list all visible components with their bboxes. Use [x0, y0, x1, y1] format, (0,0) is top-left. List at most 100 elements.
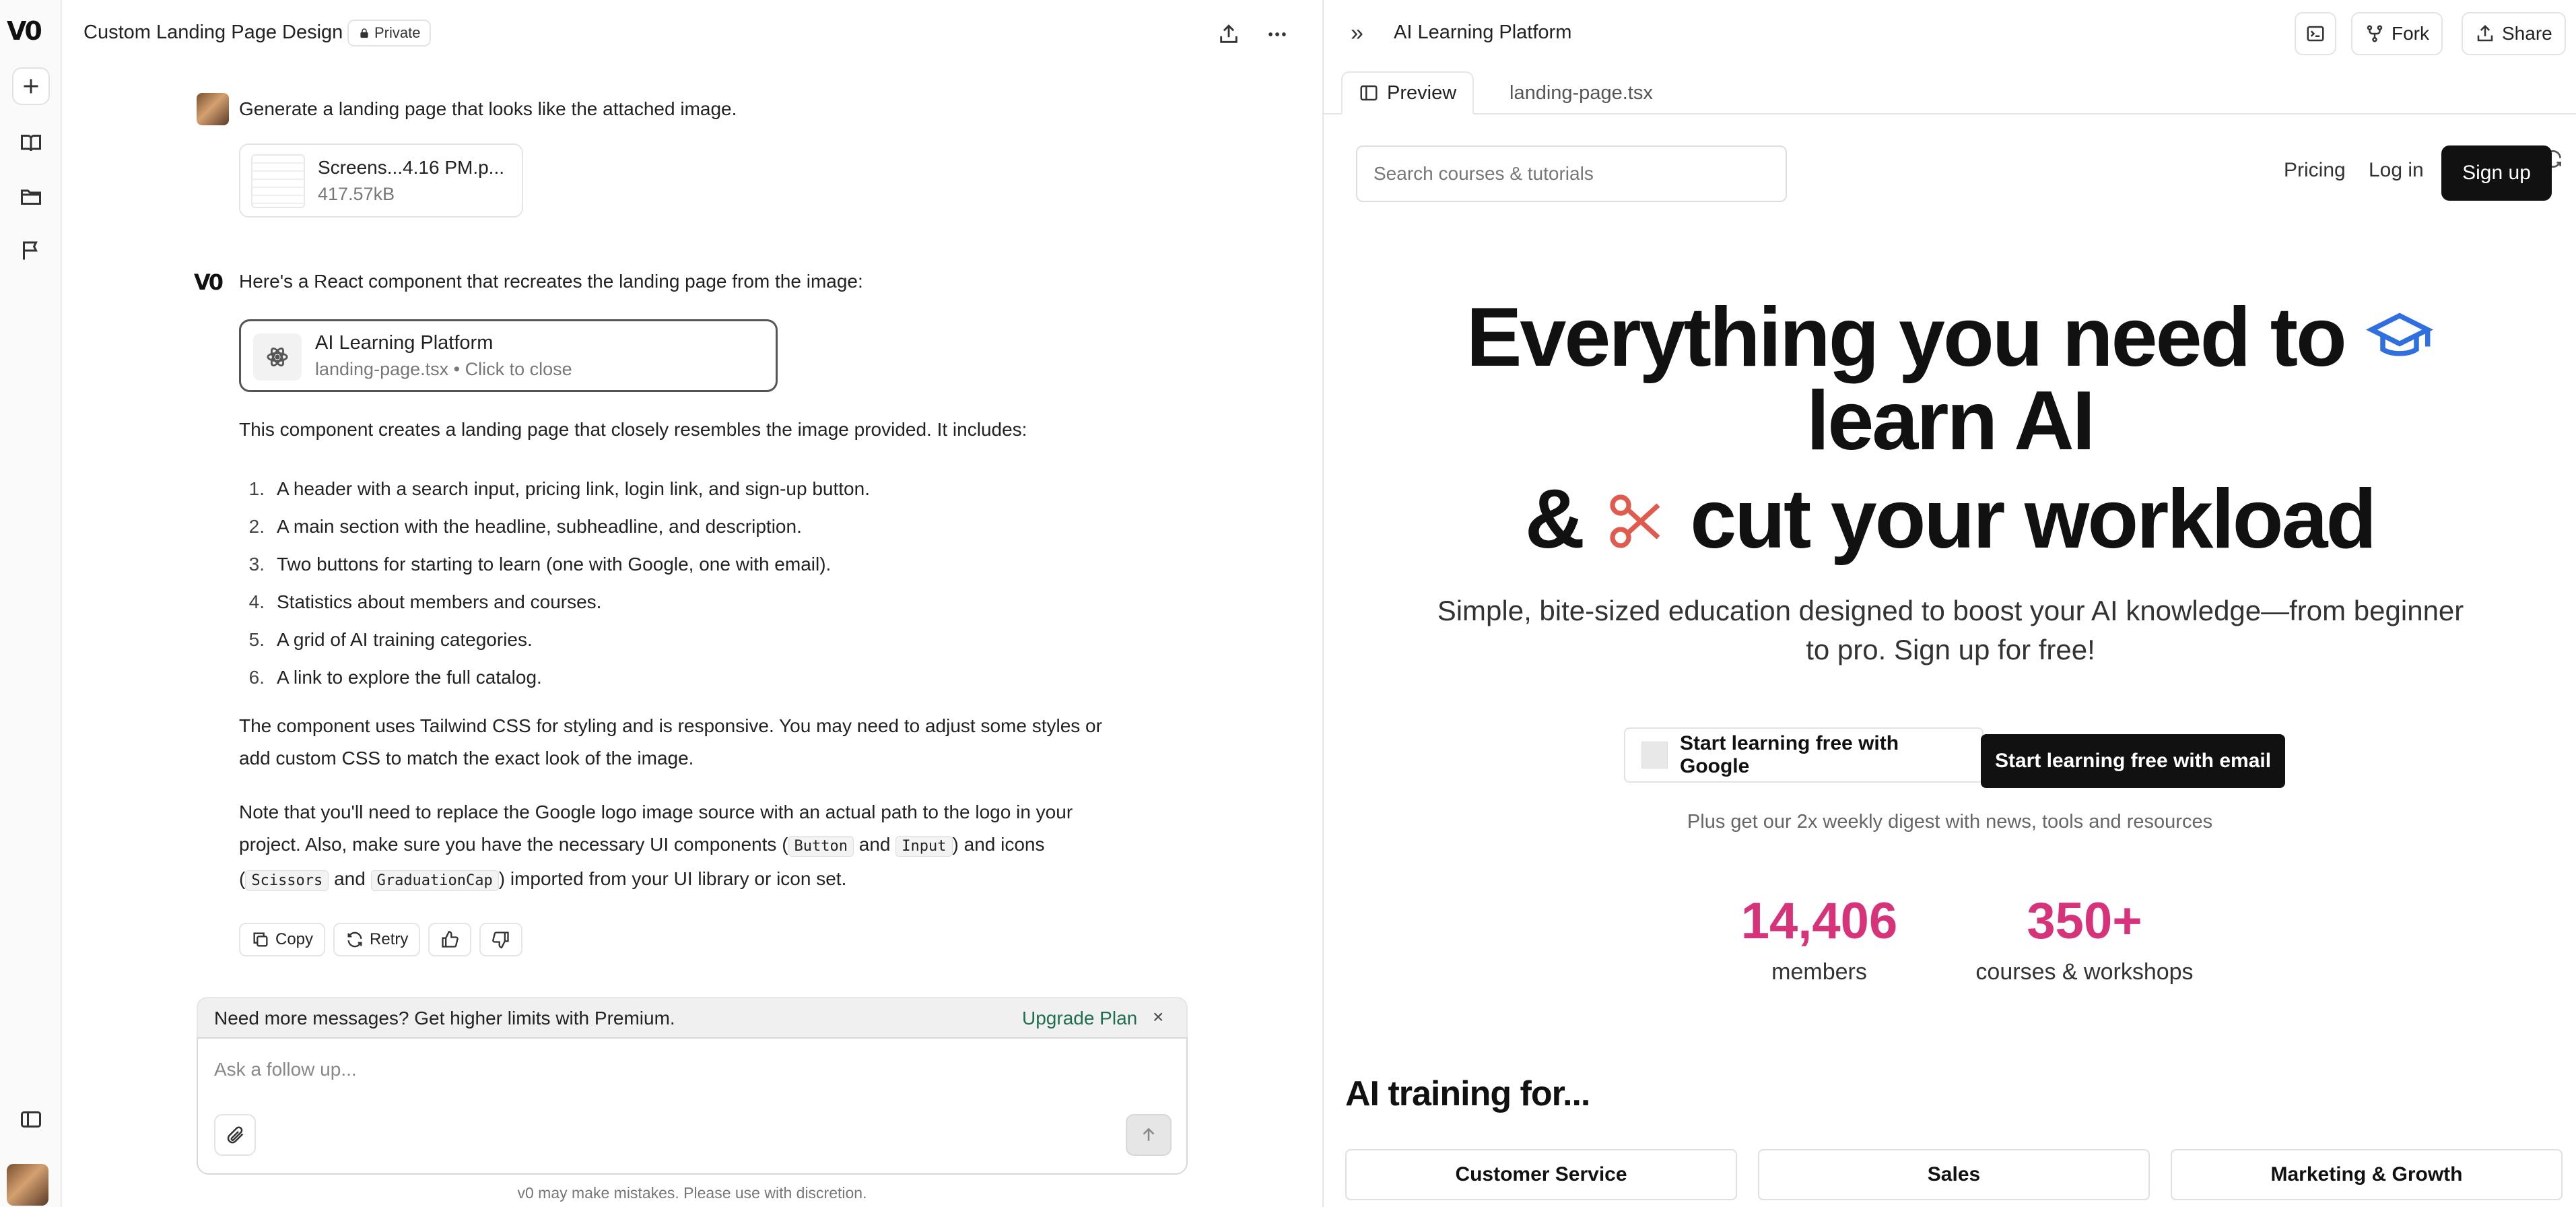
more-options-button[interactable] — [1260, 18, 1294, 51]
list-item: 3. Two buttons for starting to learn (one… — [248, 554, 832, 575]
user-avatar[interactable] — [7, 1164, 48, 1206]
paperclip-icon — [227, 1126, 244, 1144]
visibility-label: Private — [374, 24, 421, 41]
message-composer[interactable]: Ask a follow up... — [197, 1037, 1188, 1175]
hero-subheadline: Simple, bite-sized education designed to… — [1437, 595, 2464, 665]
plus-icon — [24, 79, 38, 94]
feedback-button[interactable] — [12, 232, 50, 269]
user-message-avatar — [197, 93, 229, 125]
attach-button[interactable] — [214, 1114, 256, 1156]
code-block-card[interactable]: AI Learning Platform landing-page.tsx • … — [239, 319, 778, 392]
icon-rail: V0 — [0, 0, 62, 1207]
stat-value: 14,406 — [1740, 892, 1898, 950]
close-icon[interactable]: × — [1153, 1006, 1163, 1028]
assistant-avatar: V0 — [194, 269, 224, 295]
sidebar-icon — [21, 1111, 41, 1128]
attachment-thumbnail — [251, 154, 305, 208]
v0-logo[interactable]: V0 — [7, 16, 42, 46]
preview-pane: » AI Learning Platform Fork Share Previe… — [1322, 0, 2576, 1207]
fork-button[interactable]: Fork — [2351, 12, 2443, 55]
react-icon — [253, 333, 302, 381]
assistant-description: This component creates a landing page th… — [239, 419, 1027, 440]
collapse-panel-icon[interactable]: » — [1351, 20, 1363, 46]
list-item: 2. A main section with the headline, subh… — [248, 516, 802, 537]
thumbs-down-icon — [492, 932, 510, 948]
chat-title[interactable]: Custom Landing Page Design — [83, 22, 343, 44]
share-icon — [2477, 24, 2493, 42]
code-card-subtitle: landing-page.tsx • Click to close — [315, 359, 572, 379]
digest-note: Plus get our 2x weekly digest with news,… — [1687, 811, 2213, 833]
google-logo-icon — [1641, 742, 1668, 769]
chat-pane: Custom Landing Page Design Private Gener… — [62, 0, 1322, 1207]
upgrade-plan-link[interactable]: Upgrade Plan — [1022, 1008, 1137, 1029]
sidebar-toggle-button[interactable] — [12, 1101, 50, 1138]
scissors-icon — [1604, 478, 1669, 573]
stat-label: members — [1771, 959, 1867, 985]
preview-title: AI Learning Platform — [1394, 22, 1572, 43]
folder-icon — [21, 189, 41, 205]
tab-preview[interactable]: Preview — [1341, 71, 1475, 115]
upload-icon — [1220, 24, 1238, 43]
category-card[interactable]: Marketing & Growth — [2171, 1149, 2563, 1200]
flag-icon — [23, 241, 38, 260]
code-card-title: AI Learning Platform — [315, 332, 494, 354]
upsell-banner: Need more messages? Get higher limits wi… — [197, 997, 1188, 1040]
share-chat-button[interactable] — [1212, 18, 1246, 51]
preview-tabs: Preview landing-page.tsx — [1324, 67, 2576, 168]
assistant-intro: Here's a React component that recreates … — [239, 271, 863, 292]
category-card[interactable]: Customer Service — [1345, 1149, 1737, 1200]
signup-button[interactable]: Sign up — [2441, 145, 2552, 201]
list-item: 4. Statistics about members and courses. — [248, 591, 602, 612]
preview-header: » AI Learning Platform Fork Share — [1324, 0, 2576, 67]
feature-list: 1. A header with a search input, pricing … — [239, 470, 1114, 696]
replacement-note: Note that you'll need to replace the Goo… — [239, 796, 1128, 897]
terminal-button[interactable] — [2295, 12, 2336, 55]
arrow-up-icon — [1143, 1128, 1155, 1141]
terminal-icon — [2307, 26, 2324, 42]
members-stat: 14,406 members — [1732, 896, 1907, 985]
hero-line-2: learn AI — [1806, 374, 2095, 467]
thumbs-up-icon — [442, 931, 459, 948]
attachment-card[interactable]: Screens...4.16 PM.p... 417.57kB — [239, 143, 523, 218]
disclaimer: v0 may make mistakes. Please use with di… — [517, 1184, 867, 1202]
share-button[interactable]: Share — [2462, 12, 2566, 55]
attachment-name: Screens...4.16 PM.p... — [318, 157, 505, 178]
new-chat-button[interactable] — [12, 67, 50, 105]
library-button[interactable] — [12, 124, 50, 162]
list-item: 6. A link to explore the full catalog. — [248, 667, 542, 688]
email-signup-button[interactable]: Start learning free with email — [1981, 734, 2285, 788]
stat-label: courses & workshops — [1975, 959, 2194, 985]
list-item: 5. A grid of AI training categories. — [248, 629, 533, 650]
user-message: Generate a landing page that looks like … — [239, 98, 737, 119]
thumbs-down-button[interactable] — [479, 923, 523, 956]
list-item: 1. A header with a search input, pricing … — [248, 478, 870, 499]
copy-icon — [253, 932, 268, 947]
message-actions: Copy Retry — [239, 923, 523, 956]
book-icon — [21, 135, 41, 152]
upsell-text: Need more messages? Get higher limits wi… — [214, 1008, 675, 1029]
thumbs-up-button[interactable] — [428, 923, 472, 956]
pricing-link[interactable]: Pricing — [2284, 159, 2346, 182]
courses-stat: 350+ courses & workshops — [1957, 896, 2212, 985]
fork-icon — [2367, 25, 2383, 42]
google-signup-button[interactable]: Start learning free with Google — [1624, 727, 1984, 783]
retry-button[interactable]: Retry — [333, 923, 421, 956]
login-link[interactable]: Log in — [2369, 159, 2424, 182]
lock-icon — [360, 28, 368, 38]
ellipsis-icon — [1268, 32, 1286, 36]
hero-line-3: & cut your workload — [1324, 471, 2576, 573]
copy-button[interactable]: Copy — [239, 923, 326, 956]
tailwind-note: The component uses Tailwind CSS for styl… — [239, 715, 1102, 769]
training-heading: AI training for... — [1345, 1074, 1590, 1113]
attachment-size: 417.57kB — [318, 184, 395, 204]
stat-value: 350+ — [2027, 892, 2142, 950]
visibility-badge[interactable]: Private — [347, 20, 432, 46]
window-icon — [1360, 85, 1378, 101]
projects-button[interactable] — [12, 178, 50, 216]
composer-input[interactable]: Ask a follow up... — [214, 1059, 357, 1080]
send-button[interactable] — [1126, 1114, 1172, 1156]
category-card[interactable]: Sales — [1758, 1149, 2150, 1200]
course-search-input[interactable] — [1356, 145, 1787, 202]
refresh-icon — [347, 932, 362, 948]
tab-code[interactable]: landing-page.tsx — [1493, 71, 1669, 115]
